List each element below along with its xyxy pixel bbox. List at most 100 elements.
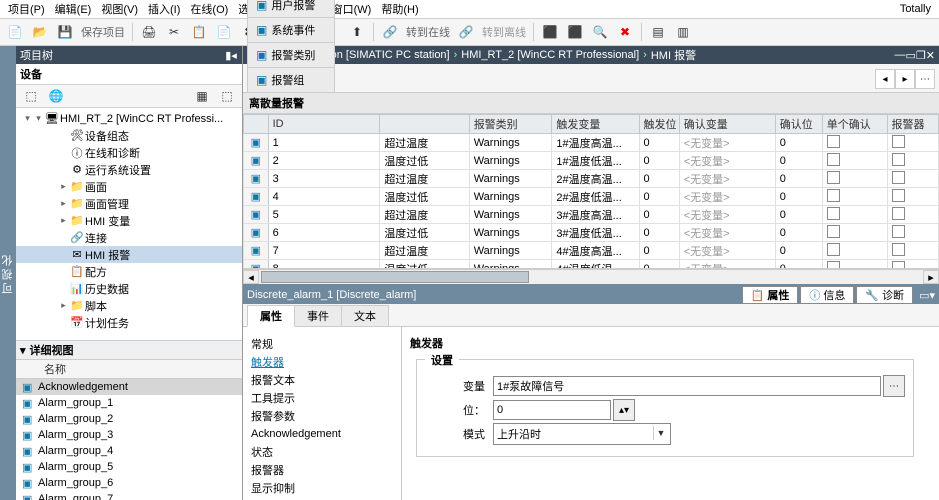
col-header[interactable]: 触发位 [639, 115, 679, 134]
open-project-button[interactable]: 📂 [29, 21, 51, 43]
inspector-layout-icon[interactable]: ▭ [919, 289, 929, 302]
cell-ackvar[interactable]: <无变量> [679, 188, 775, 206]
tree-expand-button[interactable]: ▦ [191, 85, 213, 107]
alarm-tab[interactable]: ▣报警类别 [247, 42, 335, 67]
tree-item[interactable]: 🛠设备组态 [16, 127, 242, 144]
ptab-texts[interactable]: 文本 [341, 305, 389, 326]
tree-item[interactable]: 📅计划任务 [16, 314, 242, 331]
cell-id[interactable]: 7 [268, 242, 380, 260]
tree-item[interactable]: ✉HMI 报警 [16, 246, 242, 263]
paste-button[interactable]: 📄 [213, 21, 235, 43]
maximize-icon[interactable]: ▭ [906, 49, 916, 62]
cell-text[interactable]: 温度过低 [380, 260, 469, 270]
detail-list[interactable]: 名称 ▣Acknowledgement▣Alarm_group_1▣Alarm_… [16, 360, 242, 500]
col-header[interactable]: 报警器 [887, 115, 938, 134]
detail-item[interactable]: ▣Alarm_group_5 [16, 459, 242, 475]
inspector-collapse-icon[interactable]: ▾ [929, 289, 935, 302]
prop-nav-item[interactable]: 工具提示 [247, 389, 397, 407]
prop-nav-item[interactable]: 显示抑制 [247, 479, 397, 497]
cell-ackvar[interactable]: <无变量> [679, 170, 775, 188]
cell-trigbit[interactable]: 0 [639, 188, 679, 206]
cell-ackvar[interactable]: <无变量> [679, 152, 775, 170]
prop-nav-item[interactable]: 报警文本 [247, 371, 397, 389]
tab-menu-button[interactable]: ⋯ [915, 69, 935, 89]
tree-item[interactable]: ▸📁脚本 [16, 297, 242, 314]
scroll-left-button[interactable]: ◂ [875, 69, 895, 89]
cell-class[interactable]: Warnings [469, 152, 552, 170]
col-header[interactable]: ID [268, 115, 380, 134]
checkbox[interactable] [827, 261, 840, 270]
cell-ackbit[interactable]: 0 [775, 260, 822, 270]
new-project-button[interactable]: 📄 [4, 21, 26, 43]
tree-item[interactable]: ⚙运行系统设置 [16, 161, 242, 178]
checkbox[interactable] [827, 171, 840, 184]
checkbox[interactable] [892, 135, 905, 148]
cell-trigbit[interactable]: 0 [639, 224, 679, 242]
cell-horn[interactable] [887, 134, 938, 152]
checkbox[interactable] [827, 153, 840, 166]
scrollbar-thumb[interactable] [261, 271, 529, 283]
trigger-mode-select[interactable]: 上升沿时 [493, 423, 671, 445]
detail-item[interactable]: ▣Acknowledgement [16, 379, 242, 395]
cell-class[interactable]: Warnings [469, 242, 552, 260]
cell-trigvar[interactable]: 3#温度高温... [552, 206, 639, 224]
stop-sim-button[interactable]: ⬛ [564, 21, 586, 43]
split-h-button[interactable]: ▤ [647, 21, 669, 43]
grid-h-scrollbar[interactable]: ◂ ▸ [243, 269, 939, 284]
alarm-tab[interactable]: ▣用户报警 [247, 0, 335, 17]
collapse-left-icon[interactable]: ▮◂ [224, 49, 238, 62]
menu-edit[interactable]: 编辑(E) [51, 1, 96, 17]
cell-single-ack[interactable] [822, 188, 887, 206]
cell-class[interactable]: Warnings [469, 206, 552, 224]
alarm-tab[interactable]: ▣系统事件 [247, 17, 335, 42]
scroll-left-icon[interactable]: ◂ [243, 270, 259, 284]
checkbox[interactable] [827, 135, 840, 148]
detail-item[interactable]: ▣Alarm_group_1 [16, 395, 242, 411]
cell-ackbit[interactable]: 0 [775, 242, 822, 260]
cell-single-ack[interactable] [822, 260, 887, 270]
table-row[interactable]: ▣ 4 温度过低 Warnings 2#温度低温... 0 <无变量> 0 [244, 188, 939, 206]
copy-button[interactable]: 📋 [188, 21, 210, 43]
col-header[interactable]: 单个确认 [822, 115, 887, 134]
table-row[interactable]: ▣ 1 超过温度 Warnings 1#温度高温... 0 <无变量> 0 [244, 134, 939, 152]
expand-icon[interactable]: ▸ [58, 181, 69, 192]
minimize-icon[interactable]: — [895, 49, 906, 61]
cell-single-ack[interactable] [822, 242, 887, 260]
cell-id[interactable]: 2 [268, 152, 380, 170]
split-v-button[interactable]: ▥ [672, 21, 694, 43]
cell-trigvar[interactable]: 4#温度高温... [552, 242, 639, 260]
ptab-events[interactable]: 事件 [294, 305, 342, 326]
cell-ackvar[interactable]: <无变量> [679, 242, 775, 260]
tree-item[interactable]: ▸📁HMI 变量 [16, 212, 242, 229]
ptab-properties[interactable]: 属性 [247, 305, 295, 327]
cell-horn[interactable] [887, 152, 938, 170]
detail-item[interactable]: ▣Alarm_group_7 [16, 491, 242, 500]
table-row[interactable]: ▣ 5 超过温度 Warnings 3#温度高温... 0 <无变量> 0 [244, 206, 939, 224]
table-row[interactable]: ▣ 8 温度过低 Warnings 4#温度低温... 0 <无变量> 0 [244, 260, 939, 270]
download-button[interactable]: ⬆ [346, 21, 368, 43]
expand-icon[interactable]: ▾ [22, 113, 33, 124]
cell-horn[interactable] [887, 206, 938, 224]
cell-ackvar[interactable]: <无变量> [679, 260, 775, 270]
cross-ref-button[interactable]: ✖ [614, 21, 636, 43]
table-row[interactable]: ▣ 2 温度过低 Warnings 1#温度低温... 0 <无变量> 0 [244, 152, 939, 170]
table-row[interactable]: ▣ 6 温度过低 Warnings 3#温度低温... 0 <无变量> 0 [244, 224, 939, 242]
cell-trigvar[interactable]: 1#温度高温... [552, 134, 639, 152]
side-tab-visualization[interactable]: 可视化 [0, 46, 16, 500]
table-row[interactable]: ▣ 7 超过温度 Warnings 4#温度高温... 0 <无变量> 0 [244, 242, 939, 260]
search-button[interactable]: 🔍 [589, 21, 611, 43]
network-view-button[interactable]: 🌐 [45, 85, 67, 107]
cell-ackvar[interactable]: <无变量> [679, 134, 775, 152]
cell-ackbit[interactable]: 0 [775, 206, 822, 224]
detail-item[interactable]: ▣Alarm_group_3 [16, 427, 242, 443]
property-nav[interactable]: 常规触发器报警文本工具提示报警参数Acknowledgement状态报警器显示抑… [243, 327, 402, 500]
save-icon[interactable]: 💾 [54, 21, 76, 43]
tree-root[interactable]: ▾ ▾ 🖥 HMI_RT_2 [WinCC RT Professi... [16, 110, 242, 127]
cell-single-ack[interactable] [822, 224, 887, 242]
tree-item[interactable]: ▸📁画面 [16, 178, 242, 195]
trigger-bit-input[interactable] [493, 400, 611, 420]
cell-text[interactable]: 温度过低 [380, 224, 469, 242]
cell-text[interactable]: 温度过低 [380, 188, 469, 206]
cell-single-ack[interactable] [822, 152, 887, 170]
menu-insert[interactable]: 插入(I) [144, 1, 184, 17]
